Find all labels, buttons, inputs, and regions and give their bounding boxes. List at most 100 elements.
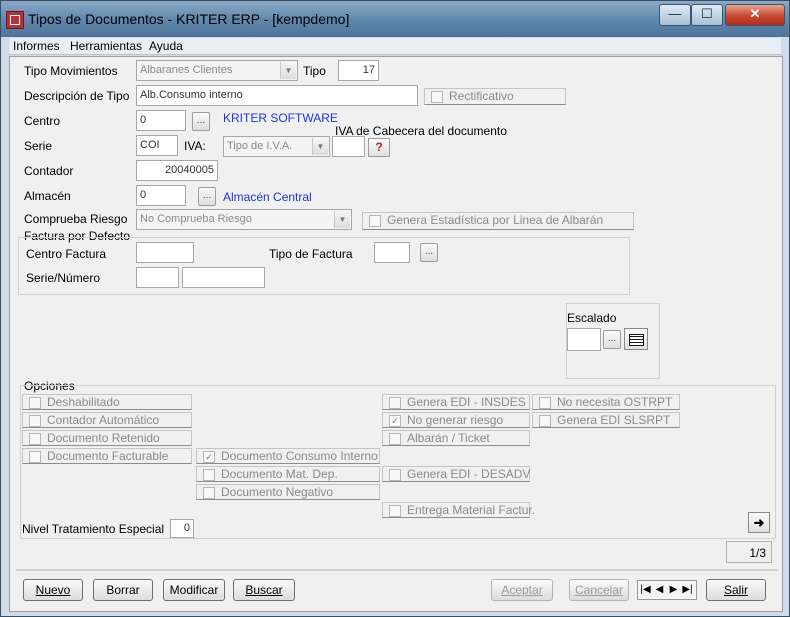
window-title: Tipos de Documentos - KRITER ERP - [kemp… [28,11,350,27]
documento-negativo-checkbox-box[interactable] [203,487,215,499]
documento-facturable-checkbox-box[interactable] [29,451,41,463]
close-button[interactable]: ✕ [725,4,785,26]
genera-edi-desadv-checkbox-box[interactable] [389,469,401,481]
tipo-input[interactable]: 17 [338,60,379,81]
menu-herramientas[interactable]: Herramientas [70,39,142,53]
nivel-tratamiento-input[interactable]: 0 [170,519,194,538]
genera-edi-slsrpt-checkbox-box[interactable] [539,415,551,427]
genera-estadistica-checkbox[interactable]: Genera Estadística por Linea de Albarán [362,212,634,230]
no-necesita-ostrpt-label: No necesita OSTRPT [557,395,673,409]
tipo-movimientos-value: Albaranes Clientes [140,64,233,76]
documento-facturable-label: Documento Facturable [47,449,169,463]
tipo-factura-label: Tipo de Factura [269,247,353,261]
last-record-icon[interactable]: ▶| [681,582,694,598]
tipo-movimientos-select[interactable]: Albaranes Clientes ▼ [136,60,298,81]
borrar-button[interactable]: Borrar [93,579,153,601]
iva-select[interactable]: Tipo de I.V.A. ▼ [223,136,330,157]
buscar-button[interactable]: Buscar [233,579,295,601]
chevron-down-icon[interactable]: ▼ [280,62,296,79]
contador-automatico-checkbox-box[interactable] [29,415,41,427]
documento-mat-dep-label: Documento Mat. Dep. [221,467,338,481]
genera-edi-insdes-label: Genera EDI - INSDES [407,395,526,409]
serie-factura-input[interactable] [136,267,179,288]
documento-negativo-checkbox[interactable]: Documento Negativo [196,484,380,500]
salir-button[interactable]: Salir [706,579,766,601]
entrega-material-factur-checkbox[interactable]: Entrega Material Factur. [382,502,535,518]
nuevo-button[interactable]: Nuevo [23,579,83,601]
tipo-factura-lookup-button[interactable]: ... [420,243,438,262]
aceptar-button[interactable]: Aceptar [491,579,553,601]
centro-lookup-button[interactable]: ... [192,112,210,131]
menu-informes[interactable]: Informes [13,39,60,53]
borrar-button-label: Borrar [106,583,140,597]
comprueba-riesgo-select[interactable]: No Comprueba Riesgo ▼ [136,209,352,230]
deshabilitado-checkbox-box[interactable] [29,397,41,409]
descripcion-input[interactable]: Alb.Consumo interno [136,85,418,106]
albaran-ticket-checkbox-box[interactable] [389,433,401,445]
genera-edi-slsrpt-checkbox[interactable]: Genera EDI SLSRPT [532,412,680,428]
menu-ayuda[interactable]: Ayuda [149,39,183,53]
cancelar-button[interactable]: Cancelar [569,579,629,601]
contador-input[interactable]: 20040005 [136,160,218,181]
rectificativo-checkbox[interactable]: Rectificativo [424,88,566,105]
iva-label: IVA: [184,139,206,153]
escalado-label: Escalado [567,311,617,325]
rectificativo-checkbox-box[interactable] [431,91,443,103]
no-generar-riesgo-checkbox-box[interactable]: ✓ [389,415,401,427]
buscar-button-label: Buscar [245,583,283,597]
first-record-icon[interactable]: |◀ [639,582,652,598]
almacen-lookup-button[interactable]: ... [198,187,216,206]
genera-edi-desadv-checkbox[interactable]: Genera EDI - DESADV [382,466,530,482]
documento-consumo-interno-checkbox-box[interactable]: ✓ [203,451,215,463]
documento-facturable-checkbox[interactable]: Documento Facturable [22,448,192,464]
tipo-factura-input[interactable] [374,242,410,263]
documento-mat-dep-checkbox[interactable]: Documento Mat. Dep. [196,466,380,482]
rectificativo-label: Rectificativo [449,89,514,103]
almacen-input[interactable]: 0 [136,185,186,206]
descripcion-label: Descripción de Tipo [24,89,130,103]
genera-edi-insdes-checkbox-box[interactable] [389,397,401,409]
genera-estadistica-checkbox-box[interactable] [369,215,381,227]
documento-retenido-checkbox[interactable]: Documento Retenido [22,430,192,446]
maximize-button[interactable]: ☐ [691,4,723,26]
chevron-down-icon[interactable]: ▼ [334,211,350,228]
contador-automatico-checkbox[interactable]: Contador Automático [22,412,192,428]
centro-factura-input[interactable] [136,242,194,263]
chevron-down-icon[interactable]: ▼ [312,138,328,155]
centro-input[interactable]: 0 [136,110,186,131]
documento-retenido-label: Documento Retenido [47,431,160,445]
form-area: Tipo Movimientos Albaranes Clientes ▼ Ti… [9,56,783,612]
documento-consumo-interno-checkbox[interactable]: ✓ Documento Consumo Interno [196,448,380,464]
documento-mat-dep-checkbox-box[interactable] [203,469,215,481]
documento-retenido-checkbox-box[interactable] [29,433,41,445]
serie-input[interactable]: COI [136,135,178,156]
centro-name: KRITER SOFTWARE [223,111,338,125]
genera-edi-insdes-checkbox[interactable]: Genera EDI - INSDES [382,394,530,410]
entrega-material-factur-checkbox-box[interactable] [389,505,401,517]
no-generar-riesgo-checkbox[interactable]: ✓ No generar riesgo [382,412,530,428]
bottom-divider [16,569,778,571]
menu-bar: Informes Herramientas Ayuda [9,38,781,55]
no-necesita-ostrpt-checkbox[interactable]: No necesita OSTRPT [532,394,680,410]
help-icon[interactable]: ? [368,138,390,157]
deshabilitado-label: Deshabilitado [47,395,120,409]
deshabilitado-checkbox[interactable]: Deshabilitado [22,394,192,410]
modificar-button-label: Modificar [169,583,219,597]
next-record-icon[interactable]: ▶ [667,582,680,598]
escalado-input[interactable] [567,328,601,351]
numero-factura-input[interactable] [182,267,265,288]
albaran-ticket-checkbox[interactable]: Albarán / Ticket [382,430,530,446]
no-necesita-ostrpt-checkbox-box[interactable] [539,397,551,409]
iva-cabecera-input[interactable] [332,136,365,157]
tipo-label: Tipo [303,64,326,78]
escalado-lookup-button[interactable]: ... [603,330,621,349]
modificar-button[interactable]: Modificar [163,579,225,601]
grid-table-icon[interactable] [624,328,648,350]
nuevo-button-label: Nuevo [35,583,71,597]
prev-record-icon[interactable]: ◀ [653,582,666,598]
no-generar-riesgo-label: No generar riesgo [407,413,504,427]
minimize-button[interactable]: — [659,4,691,26]
centro-factura-label: Centro Factura [26,247,107,261]
next-arrow-icon[interactable]: ➜ [748,512,770,533]
title-bar[interactable]: Tipos de Documentos - KRITER ERP - [kemp… [1,1,789,37]
